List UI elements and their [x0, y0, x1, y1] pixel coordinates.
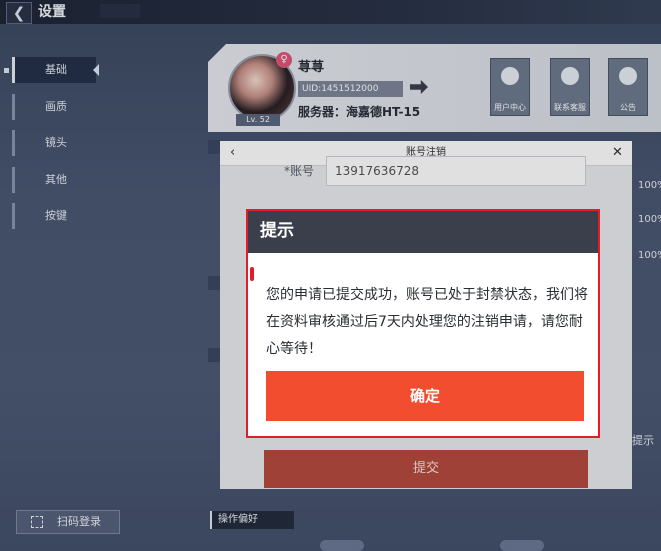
dialog-message: 您的申请已提交成功，账号已处于封禁状态，我们将在资料审核通过后7天内处理您的注销…	[266, 287, 588, 357]
confirm-button[interactable]: 确定	[266, 371, 584, 421]
annotation-marker	[250, 267, 254, 281]
dialog-title: 提示	[260, 221, 294, 241]
dialog-header	[246, 210, 600, 253]
